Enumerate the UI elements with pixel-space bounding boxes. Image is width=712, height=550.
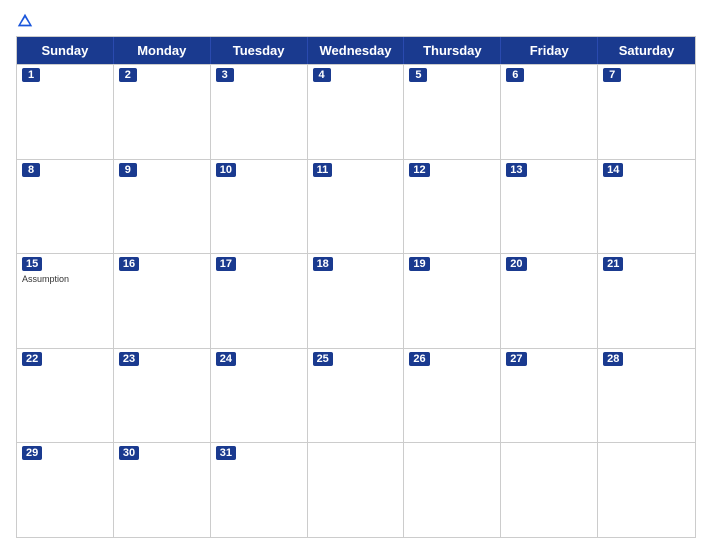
logo xyxy=(16,12,40,30)
day-number: 12 xyxy=(409,163,429,177)
day-cell: 19 xyxy=(404,254,501,348)
day-number: 15 xyxy=(22,257,42,271)
day-cell: 26 xyxy=(404,349,501,443)
day-header-sunday: Sunday xyxy=(17,37,114,64)
day-number: 17 xyxy=(216,257,236,271)
day-number: 21 xyxy=(603,257,623,271)
weeks-container: 123456789101112131415Assumption161718192… xyxy=(17,64,695,537)
day-header-monday: Monday xyxy=(114,37,211,64)
logo-area xyxy=(16,12,40,30)
day-header-tuesday: Tuesday xyxy=(211,37,308,64)
calendar-grid: SundayMondayTuesdayWednesdayThursdayFrid… xyxy=(16,36,696,538)
holiday-label: Assumption xyxy=(22,274,108,284)
day-cell: 12 xyxy=(404,160,501,254)
day-cell: 11 xyxy=(308,160,405,254)
day-number: 5 xyxy=(409,68,427,82)
day-number: 2 xyxy=(119,68,137,82)
day-cell: 30 xyxy=(114,443,211,537)
day-cell xyxy=(501,443,598,537)
day-header-friday: Friday xyxy=(501,37,598,64)
day-number: 8 xyxy=(22,163,40,177)
day-number: 10 xyxy=(216,163,236,177)
day-number: 16 xyxy=(119,257,139,271)
day-number: 13 xyxy=(506,163,526,177)
week-row-4: 22 23 24 25 26 27 28 xyxy=(17,348,695,443)
day-number: 19 xyxy=(409,257,429,271)
day-number: 28 xyxy=(603,352,623,366)
day-number: 3 xyxy=(216,68,234,82)
day-cell: 22 xyxy=(17,349,114,443)
day-cell: 24 xyxy=(211,349,308,443)
day-header-thursday: Thursday xyxy=(404,37,501,64)
week-row-1: 1 2 3 4 5 6 7 xyxy=(17,64,695,159)
day-cell: 3 xyxy=(211,65,308,159)
day-cell: 15 Assumption xyxy=(17,254,114,348)
day-cell: 4 xyxy=(308,65,405,159)
day-number: 23 xyxy=(119,352,139,366)
day-cell: 18 xyxy=(308,254,405,348)
week-row-2: 8 9 10 11 12 13 14 xyxy=(17,159,695,254)
day-number: 20 xyxy=(506,257,526,271)
day-cell: 20 xyxy=(501,254,598,348)
day-number: 22 xyxy=(22,352,42,366)
day-cell: 14 xyxy=(598,160,695,254)
day-number: 9 xyxy=(119,163,137,177)
day-header-wednesday: Wednesday xyxy=(308,37,405,64)
day-number: 31 xyxy=(216,446,236,460)
day-cell: 17 xyxy=(211,254,308,348)
day-cell: 23 xyxy=(114,349,211,443)
day-cell: 8 xyxy=(17,160,114,254)
day-cell: 16 xyxy=(114,254,211,348)
day-cell: 21 xyxy=(598,254,695,348)
day-cell: 28 xyxy=(598,349,695,443)
calendar-page: SundayMondayTuesdayWednesdayThursdayFrid… xyxy=(0,0,712,550)
day-number: 26 xyxy=(409,352,429,366)
day-cell: 6 xyxy=(501,65,598,159)
day-number: 6 xyxy=(506,68,524,82)
day-number: 4 xyxy=(313,68,331,82)
day-cell xyxy=(308,443,405,537)
day-cell: 2 xyxy=(114,65,211,159)
day-number: 1 xyxy=(22,68,40,82)
day-cell: 29 xyxy=(17,443,114,537)
day-cell: 7 xyxy=(598,65,695,159)
day-cell: 13 xyxy=(501,160,598,254)
day-cell: 10 xyxy=(211,160,308,254)
header xyxy=(16,12,696,30)
day-number: 14 xyxy=(603,163,623,177)
day-cell: 5 xyxy=(404,65,501,159)
day-cell: 31 xyxy=(211,443,308,537)
day-cell xyxy=(404,443,501,537)
day-number: 11 xyxy=(313,163,333,177)
week-row-5: 29 30 31 xyxy=(17,442,695,537)
day-cell: 25 xyxy=(308,349,405,443)
week-row-3: 15 Assumption 16 17 18 19 20 21 xyxy=(17,253,695,348)
day-number: 29 xyxy=(22,446,42,460)
day-number: 25 xyxy=(313,352,333,366)
day-headers-row: SundayMondayTuesdayWednesdayThursdayFrid… xyxy=(17,37,695,64)
logo-icon xyxy=(16,12,34,30)
day-number: 27 xyxy=(506,352,526,366)
day-number: 24 xyxy=(216,352,236,366)
day-header-saturday: Saturday xyxy=(598,37,695,64)
day-number: 18 xyxy=(313,257,333,271)
day-cell: 27 xyxy=(501,349,598,443)
day-cell: 1 xyxy=(17,65,114,159)
day-cell: 9 xyxy=(114,160,211,254)
day-cell xyxy=(598,443,695,537)
day-number: 7 xyxy=(603,68,621,82)
day-number: 30 xyxy=(119,446,139,460)
